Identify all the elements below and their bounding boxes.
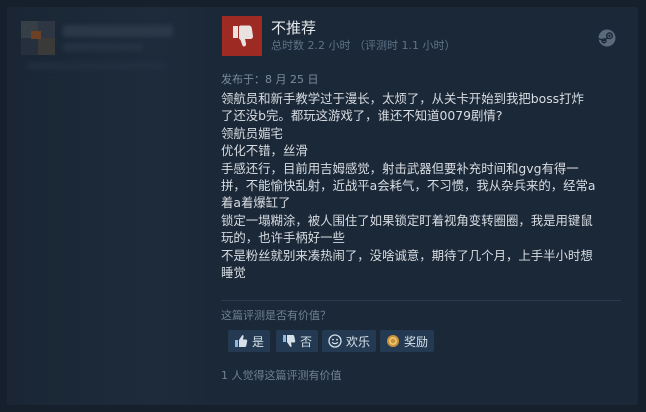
reviewer-panel [7, 7, 217, 405]
divider [221, 300, 621, 301]
thumbs-down-small-icon [282, 334, 296, 348]
helpful-question: 这篇评测是否有价值？ [221, 309, 331, 322]
steam-icon [598, 29, 616, 47]
smiley-icon [328, 334, 342, 348]
playtime-hours: 总时数 2.2 小时 （评测时 1.1 小时） [271, 39, 456, 52]
review-line: 拼，不能愉快乱射，近战平a会耗气，不习惯，我从杂兵来的，经常a [221, 178, 596, 194]
review-line: 锁定一塌糊涂，被人围住了如果锁定盯着视角变转圈圈，我是用键鼠 [221, 212, 593, 228]
helpful-no-button[interactable]: 否 [276, 330, 319, 352]
avatar[interactable] [21, 21, 55, 55]
review-line: 领航员和新手教学过于漫长，太烦了，从关卡开始到我把boss打炸 [221, 91, 584, 106]
reviewer-detail-blurred [27, 63, 167, 69]
reviewer-meta-blurred [63, 43, 143, 51]
thumbs-down-icon [222, 16, 262, 56]
funny-button[interactable]: 欢乐 [322, 330, 377, 352]
yes-label: 是 [252, 334, 265, 349]
review-line: 手感还行，目前用吉姆感觉，射击武器但要补充时间和gvg有得一 [221, 160, 579, 176]
helpful-count: 1 人觉得这篇评测有价值 [221, 369, 342, 382]
review-line: 不是粉丝就别来凑热闹了，没啥诚意，期待了几个月，上手半小时想 [221, 247, 593, 263]
award-label: 奖励 [404, 334, 429, 349]
review-line: 玩的，也许手柄好一些 [221, 230, 345, 246]
award-icon [386, 334, 400, 348]
helpful-yes-button[interactable]: 是 [228, 330, 271, 352]
review-line: 了还没b完。都玩这游戏了，谁还不知道0079剧情? [221, 108, 503, 124]
review-line: 着a着爆缸了 [221, 195, 291, 211]
thumbs-up-icon [234, 334, 248, 348]
review-body: 领航员和新手教学过于漫长，太烦了，从关卡开始到我把boss打炸 了还没b完。都玩… [221, 90, 621, 281]
review-line: 睡觉 [221, 265, 246, 281]
posted-date: 发布于：8 月 25 日 [221, 73, 319, 86]
funny-label: 欢乐 [346, 334, 371, 349]
award-button[interactable]: 奖励 [380, 330, 435, 352]
no-label: 否 [300, 334, 313, 349]
review-line: 领航员媚宅 [221, 125, 283, 141]
review-line: 优化不错，丝滑 [221, 143, 308, 159]
reviewer-name-blurred[interactable] [63, 25, 173, 37]
review-verdict[interactable]: 不推荐 [271, 17, 316, 38]
